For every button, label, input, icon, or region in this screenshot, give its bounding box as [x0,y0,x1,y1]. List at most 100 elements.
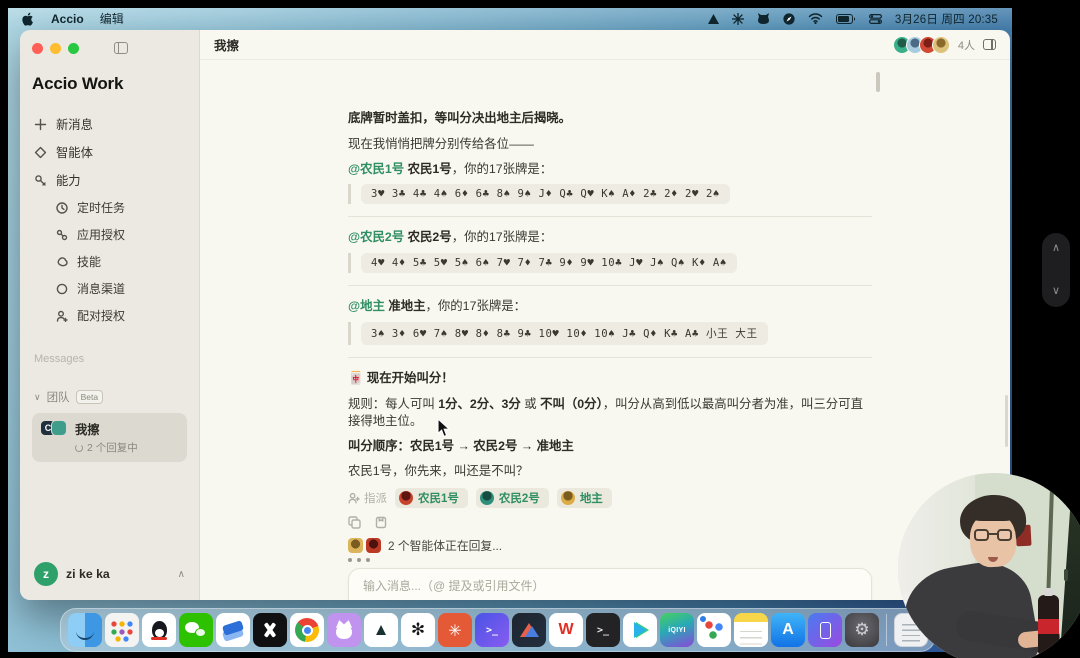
card-hand-farmer1: 3♥ 3♣ 4♣ 4♠ 6♦ 6♣ 8♠ 9♠ J♦ Q♣ Q♥ K♠ A♦ 2… [348,184,872,204]
close-button[interactable] [32,43,43,54]
message-actions [348,516,872,529]
person-icon [56,310,68,322]
mention-farmer1[interactable]: @农民1号 [348,162,404,176]
sidebar-item-app-authorization[interactable]: 应用授权 [32,221,187,248]
badge [699,615,707,623]
dock-cat-app-icon[interactable] [327,613,361,647]
dock-mountain-app-icon[interactable] [512,613,546,647]
scroll-down-icon[interactable]: ∨ [1052,286,1060,297]
starburst-icon[interactable] [732,13,744,25]
dock: ▲ ✻ ✳ >_ W >_ iQIYI A ⚙ [60,608,936,652]
dock-iqiyi-icon[interactable]: iQIYI [660,613,694,647]
divider [348,357,872,358]
dock-capcut-icon[interactable] [253,613,287,647]
team-section-toggle[interactable]: ∨ 团队 Beta [32,389,187,405]
dock-warp-terminal-icon[interactable]: >_ [475,613,509,647]
dock-qq-icon[interactable] [142,613,176,647]
chip-landlord[interactable]: 地主 [557,488,612,508]
compass-icon[interactable] [783,13,795,25]
minimize-button[interactable] [50,43,61,54]
sidebar-item-message-channels[interactable]: 消息渠道 [32,275,187,302]
message-text: @农民2号 农民2号，你的17张牌是： [348,229,872,246]
assign-label[interactable]: 指派 [348,490,387,506]
dock-cloud-drive-icon[interactable] [216,613,250,647]
member-avatars[interactable] [893,36,950,54]
card-hand-farmer2: 4♥ 4♦ 5♣ 5♥ 5♠ 6♠ 7♥ 7♦ 7♣ 9♦ 9♥ 10♣ J♥ … [348,253,872,273]
dock-starburst-app-icon[interactable]: ✳ [438,613,472,647]
dock-wps-office-icon[interactable]: W [549,613,583,647]
chip-farmer1[interactable]: 农民1号 [395,488,468,508]
card-hand-landlord: 3♠ 3♦ 6♥ 7♠ 8♥ 8♦ 8♣ 9♣ 10♥ 10♦ 10♠ J♣ Q… [348,322,872,345]
chip-farmer2[interactable]: 农民2号 [476,488,549,508]
key-icon [34,174,47,187]
user-account-row[interactable]: z zi ke ka ∧ [32,558,187,590]
message-text: 现在我悄悄把牌分别传给各位—— [348,136,872,153]
window-scrollbar-thumb[interactable] [1005,395,1008,447]
sidebar-item-agents[interactable]: 智能体 [32,138,187,166]
mouse-cursor [437,418,451,438]
dock-finder-icon[interactable] [68,613,102,647]
user-name: zi ke ka [66,567,110,581]
mention-landlord[interactable]: @地主 [348,299,385,313]
message-input[interactable] [363,579,843,593]
mention-farmer2[interactable]: @农民2号 [348,230,404,244]
sidebar-item-pairing-authorization[interactable]: 配对授权 [32,302,187,329]
battery-icon[interactable] [836,14,856,24]
menubar-menu-edit[interactable]: 编辑 [100,10,124,27]
dock-chrome-icon[interactable] [290,613,324,647]
channel-icon [56,283,68,295]
avatar [932,36,950,54]
sidebar-item-new-message[interactable]: 新消息 [32,110,187,138]
webcam-overlay [898,473,1080,658]
avatar [366,538,381,553]
typing-indicator: 2 个智能体正在回复... [348,537,872,554]
copy-icon[interactable] [348,516,361,529]
control-center-icon[interactable] [869,14,882,24]
dock-terminal-icon[interactable]: >_ [586,613,620,647]
chat-header: 我擦 4人 [200,30,1010,60]
card-list: 3♥ 3♣ 4♣ 4♠ 6♦ 6♣ 8♠ 9♠ J♦ Q♣ Q♥ K♠ A♦ 2… [361,184,730,204]
dock-chatgpt-icon[interactable]: ✻ [401,613,435,647]
wifi-icon[interactable] [808,13,823,24]
menubar-app-name[interactable]: Accio [51,12,84,26]
triangle-icon[interactable] [708,14,719,24]
dock-app-store-icon[interactable]: A [771,613,805,647]
dock-notes-icon[interactable] [734,613,768,647]
sidebar: Accio Work 新消息 智能体 能力 定时任务 [20,30,200,600]
plug-icon [56,229,68,241]
dock-iphone-mirroring-icon[interactable] [808,613,842,647]
apple-icon[interactable] [22,12,35,26]
dock-molecule-app-icon[interactable] [697,613,731,647]
desktop: Accio 编辑 3月26日 周四 20:35 Accio Work [8,8,1012,652]
dock-tencent-video-icon[interactable] [623,613,657,647]
user-avatar: z [34,562,58,586]
bidding-title: 🀄 现在开始叫分！ [348,370,872,387]
menubar-datetime[interactable]: 3月26日 周四 20:35 [895,11,998,27]
chat-scrollbar-thumb[interactable] [876,72,880,92]
sidebar-item-skills[interactable]: 技能 [32,248,187,275]
conversation-avatars: C [40,420,67,436]
scroll-control[interactable]: ∧ ∨ [1042,233,1070,307]
card-list: 3♠ 3♦ 6♥ 7♠ 8♥ 8♦ 8♣ 9♣ 10♥ 10♦ 10♠ J♣ Q… [361,322,768,345]
beta-badge: Beta [76,390,104,404]
zoom-button[interactable] [68,43,79,54]
divider [348,285,872,286]
sidebar-item-scheduled-tasks[interactable]: 定时任务 [32,194,187,221]
sidebar-toggle-icon[interactable] [114,42,128,54]
details-panel-icon[interactable] [983,39,996,50]
dock-launchpad-icon[interactable] [105,613,139,647]
cat-icon[interactable] [757,13,770,24]
bidding-order: 叫分顺序：农民1号 → 农民2号 → 准地主 [348,438,872,455]
dock-system-settings-icon[interactable]: ⚙ [845,613,879,647]
mahjong-emoji-icon: 🀄 [348,371,363,385]
menu-bar: Accio 编辑 3月26日 周四 20:35 [8,8,1012,29]
dock-wechat-icon[interactable] [179,613,213,647]
bidding-question: 农民1号，你先来，叫还是不叫？ [348,463,872,480]
sidebar-item-capabilities[interactable]: 能力 [32,166,187,194]
chat-title: 我擦 [214,35,239,54]
dock-triangle-app-icon[interactable]: ▲ [364,613,398,647]
conversation-item[interactable]: C 我擦 2 个回复中 [32,413,187,462]
bookmark-icon[interactable] [375,516,387,529]
message-text: 底牌暂时盖扣，等叫分决出地主后揭晓。 [348,110,872,127]
scroll-up-icon[interactable]: ∧ [1052,243,1060,254]
